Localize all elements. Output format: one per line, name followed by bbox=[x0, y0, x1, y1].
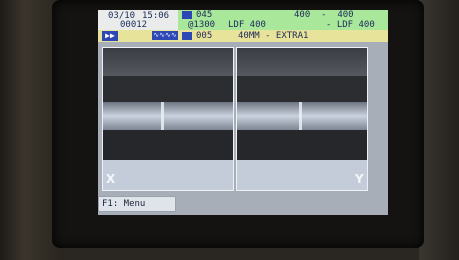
program-name: 40MM - EXTRA1 bbox=[238, 31, 309, 41]
wave-icon: ∿∿∿∿ bbox=[152, 31, 178, 40]
fiber-type-icon bbox=[182, 11, 192, 19]
range-readout: 400 - 400 bbox=[294, 10, 354, 20]
fiber-core-mark bbox=[299, 102, 302, 130]
view-band bbox=[103, 76, 233, 102]
play-forward-icon: ▶▶ bbox=[102, 31, 118, 41]
fiber-image bbox=[237, 102, 367, 130]
splice-counter: 00012 bbox=[120, 20, 148, 30]
desk-background-left bbox=[0, 0, 60, 260]
program-number: 005 bbox=[196, 31, 213, 41]
view-band bbox=[237, 48, 367, 76]
fiber-count: 045 bbox=[196, 10, 213, 20]
fiber-view-x: X bbox=[102, 47, 234, 191]
splicer-screen: 03/10 15:06 00012 045 400 - 400 @1300 LD… bbox=[98, 10, 388, 215]
fiber-core-mark bbox=[161, 102, 164, 130]
ldf-left-readout: LDF 400 bbox=[228, 20, 266, 30]
view-band bbox=[237, 160, 367, 190]
view-band bbox=[103, 160, 233, 190]
wavelength-readout: @1300 bbox=[188, 20, 216, 30]
menu-button[interactable]: F1: Menu bbox=[98, 196, 176, 212]
y-axis-label: Y bbox=[355, 172, 364, 186]
desk-background-right bbox=[419, 0, 459, 260]
view-band bbox=[237, 76, 367, 102]
view-band bbox=[103, 130, 233, 160]
x-axis-label: X bbox=[106, 172, 116, 186]
menu-button-label: F1: Menu bbox=[102, 199, 146, 209]
ldf-right-readout: - LDF 400 bbox=[326, 20, 375, 30]
fiber-view-y: Y bbox=[236, 47, 368, 191]
view-band bbox=[103, 48, 233, 76]
fiber-image bbox=[103, 102, 233, 130]
program-icon bbox=[182, 32, 192, 40]
view-band bbox=[237, 130, 367, 160]
